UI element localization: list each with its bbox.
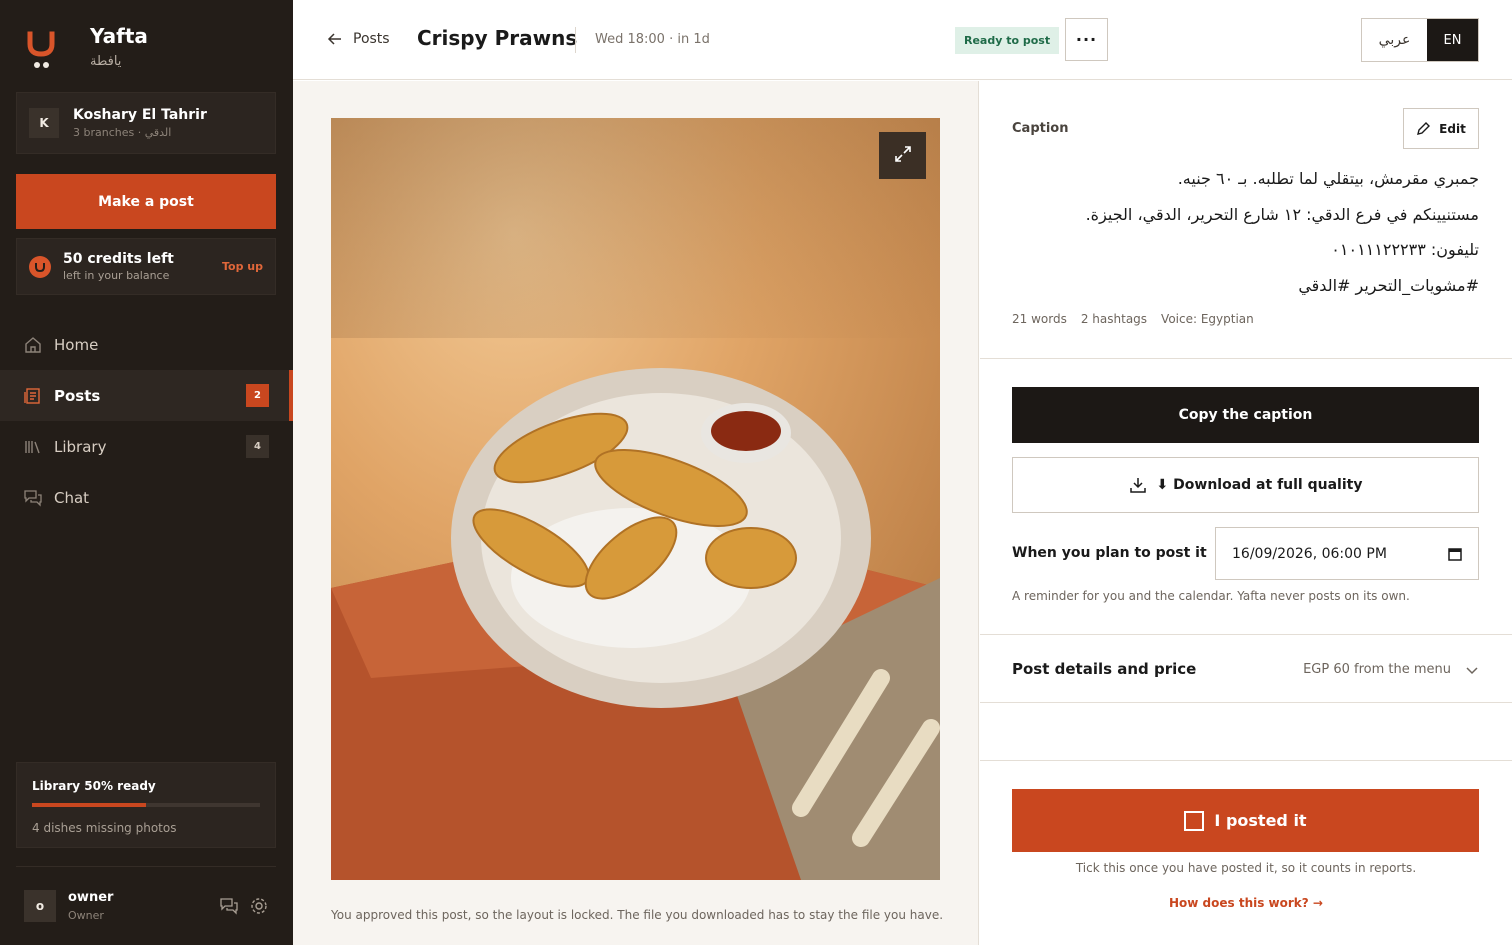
top-up-link[interactable]: Top up: [222, 260, 263, 273]
yafta-logo-icon: [24, 24, 62, 72]
arrow-left-icon: [327, 31, 343, 47]
back-label: Posts: [353, 31, 390, 47]
plan-datetime-input[interactable]: 16/09/2026, 06:00 PM: [1215, 527, 1479, 580]
i-posted-it-button[interactable]: I posted it: [1012, 789, 1479, 852]
user-row: o owner Owner: [16, 866, 276, 945]
details-value: EGP 60 from the menu: [1303, 661, 1451, 677]
actions-section: Copy the caption ⬇ Download at full qual…: [980, 360, 1512, 635]
expand-icon: [894, 145, 912, 167]
plan-datetime-value: 16/09/2026, 06:00 PM: [1232, 545, 1387, 562]
more-options-button[interactable]: ···: [1065, 18, 1108, 61]
how-does-this-work-link[interactable]: How does this work? →: [980, 896, 1512, 910]
caption-section: Caption Edit جمبري مقرمش، بيتقلي لما تطل…: [980, 81, 1512, 359]
edit-caption-button[interactable]: Edit: [1403, 108, 1479, 149]
voice-label: Voice: Egyptian: [1161, 312, 1254, 326]
caption-line: #مشويات_التحرير #الدقي: [1298, 275, 1479, 295]
account-avatar: K: [29, 108, 59, 138]
caption-line: مستنيينكم في فرع الدقي: ١٢ شارع التحرير،…: [1085, 204, 1479, 224]
schedule-text: Wed 18:00 · in 1d: [595, 32, 710, 47]
caption-line: تليفون: ٠١٠١١١٢٢٢٣٣: [1331, 240, 1479, 259]
title-divider: [575, 27, 576, 53]
credits-subtitle: left in your balance: [63, 269, 170, 282]
library-icon: [24, 438, 42, 456]
credits-title: 50 credits left: [63, 251, 174, 267]
chevron-down-icon: [1465, 662, 1479, 676]
library-count-badge: 4: [246, 435, 269, 458]
language-switcher: عربي EN: [1361, 18, 1479, 62]
brand[interactable]: Yafta يافطة: [24, 24, 148, 72]
hashtag-count: 2 hashtags: [1080, 312, 1148, 326]
account-subtitle: 3 branches · الدقي: [73, 126, 172, 139]
posted-label: I posted it: [1214, 811, 1307, 830]
library-progress-bar: [32, 803, 260, 807]
post-preview: You approved this post, so the layout is…: [293, 81, 979, 945]
credits-icon: [29, 255, 51, 278]
post-image[interactable]: [331, 118, 940, 880]
library-progress-card[interactable]: Library 50% ready 4 dishes missing photo…: [16, 762, 276, 848]
settings-gear-icon[interactable]: [250, 897, 268, 915]
locked-note: You approved this post, so the layout is…: [331, 908, 944, 922]
sidebar-item-home[interactable]: Home: [0, 319, 293, 370]
calendar-icon[interactable]: [1448, 547, 1462, 561]
library-progress-title: Library 50% ready: [32, 779, 156, 793]
posts-icon: [24, 387, 42, 405]
sidebar-item-label: Library: [54, 437, 107, 456]
posted-help-text: Tick this once you have posted it, so it…: [1075, 861, 1417, 875]
sidebar-item-label: Home: [54, 335, 99, 354]
sidebar-item-label: Posts: [54, 386, 101, 405]
chat-icon: [24, 489, 42, 507]
user-role: Owner: [68, 909, 104, 922]
post-details-accordion[interactable]: Post details and price EGP 60 from the m…: [980, 636, 1512, 703]
user-avatar[interactable]: o: [24, 890, 56, 922]
details-label: Post details and price: [1012, 660, 1197, 678]
download-label: ⬇ Download at full quality: [1156, 477, 1363, 493]
plan-help-text: A reminder for you and the calendar. Yaf…: [1012, 589, 1410, 603]
expand-image-button[interactable]: [879, 132, 926, 179]
pencil-icon: [1416, 121, 1431, 136]
brand-name-arabic: يافطة: [90, 54, 122, 69]
word-count: 21 words: [1012, 312, 1067, 326]
sidebar-item-label: Chat: [54, 488, 90, 507]
lang-arabic-button[interactable]: عربي: [1362, 19, 1427, 61]
sidebar-nav: Home Posts 2 Library 4 Chat: [0, 319, 293, 523]
sidebar-item-posts[interactable]: Posts 2: [0, 370, 293, 421]
copy-caption-button[interactable]: Copy the caption: [1012, 387, 1479, 443]
caption-text: جمبري مقرمش، بيتقلي لما تطلبه. بـ ٦٠ جني…: [1086, 165, 1479, 307]
home-icon: [24, 336, 42, 354]
spacer-section: [980, 704, 1512, 761]
posts-count-badge: 2: [246, 384, 269, 407]
sidebar: Yafta يافطة K Koshary El Tahrir 3 branch…: [0, 0, 293, 945]
account-switcher[interactable]: K Koshary El Tahrir 3 branches · الدقي: [16, 92, 276, 154]
library-progress-subtitle: 4 dishes missing photos: [32, 821, 177, 835]
plan-label: When you plan to post it: [1012, 545, 1207, 561]
top-header: Posts Crispy Prawns Wed 18:00 · in 1d Re…: [293, 0, 1512, 80]
post-details-panel: Caption Edit جمبري مقرمش، بيتقلي لما تطل…: [980, 81, 1512, 945]
sidebar-item-library[interactable]: Library 4: [0, 421, 293, 472]
checkbox-icon: [1184, 810, 1205, 831]
caption-meta: 21 words 2 hashtags Voice: Egyptian: [1012, 312, 1254, 326]
lang-english-button[interactable]: EN: [1427, 19, 1478, 61]
page-title: Crispy Prawns: [417, 26, 578, 50]
download-button[interactable]: ⬇ Download at full quality: [1012, 457, 1479, 513]
caption-line: جمبري مقرمش، بيتقلي لما تطلبه. بـ ٦٠ جني…: [1177, 169, 1479, 188]
user-name: owner: [68, 890, 114, 905]
make-post-button[interactable]: Make a post: [16, 174, 276, 229]
caption-label: Caption: [1012, 121, 1069, 136]
back-to-posts-link[interactable]: Posts: [327, 31, 390, 47]
sidebar-item-chat[interactable]: Chat: [0, 472, 293, 523]
download-icon: [1129, 476, 1147, 494]
library-progress-fill: [32, 803, 146, 807]
account-name: Koshary El Tahrir: [73, 107, 207, 123]
edit-label: Edit: [1439, 121, 1466, 136]
brand-name: Yafta: [90, 24, 148, 48]
credits-card: 50 credits left left in your balance Top…: [16, 238, 276, 295]
messages-icon[interactable]: [220, 897, 238, 915]
status-badge: Ready to post: [955, 27, 1060, 54]
